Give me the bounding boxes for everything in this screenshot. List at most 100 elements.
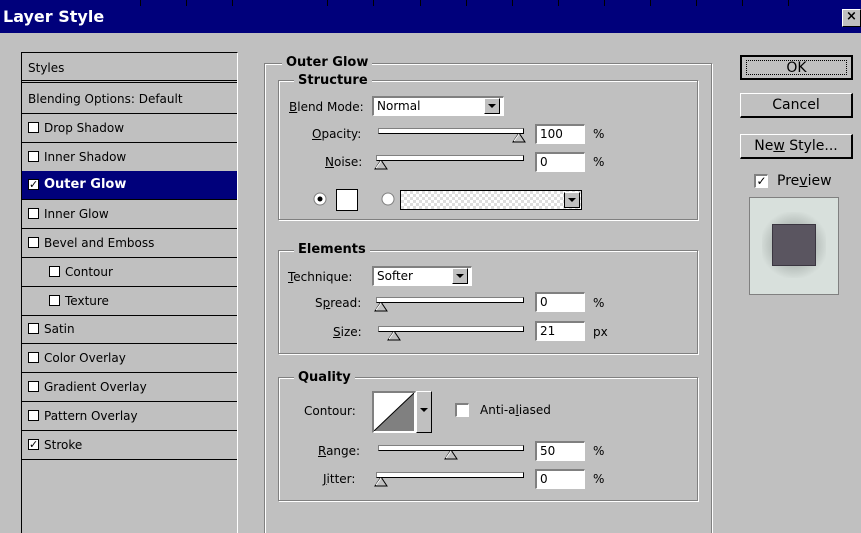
style-item-label: Color Overlay	[44, 351, 126, 366]
ok-button[interactable]: OK	[740, 55, 853, 80]
gradient-picker[interactable]	[400, 190, 582, 210]
new-style-button[interactable]: New Style...	[740, 134, 853, 159]
blend-mode-value: Normal	[377, 99, 421, 113]
style-item-color-overlay[interactable]: Color Overlay	[22, 344, 237, 374]
style-item-inner-shadow[interactable]: Inner Shadow	[22, 143, 237, 172]
style-item-satin[interactable]: Satin	[22, 315, 237, 345]
jitter-unit: %	[593, 472, 605, 486]
jitter-label: Jitter:	[323, 472, 356, 486]
style-item-label: Stroke	[44, 437, 83, 452]
chevron-down-icon	[420, 408, 428, 412]
close-icon[interactable]: ×	[842, 9, 861, 27]
style-item-label: Pattern Overlay	[44, 408, 138, 423]
chevron-down-icon[interactable]	[484, 98, 500, 114]
style-item-checkbox[interactable]	[28, 323, 39, 335]
style-item-gradient-overlay[interactable]: Gradient Overlay	[22, 373, 237, 402]
style-item-checkbox[interactable]	[28, 208, 39, 220]
chevron-down-icon[interactable]	[564, 192, 580, 208]
contour-linear-icon	[373, 392, 415, 432]
styles-header[interactable]: Styles	[22, 53, 237, 83]
style-item-checkbox[interactable]	[28, 409, 39, 421]
noise-input[interactable]: 0	[535, 152, 585, 172]
technique-select[interactable]: Softer	[372, 266, 472, 286]
style-item-checkbox[interactable]: ✓	[28, 179, 39, 191]
gradient-radio[interactable]	[381, 192, 395, 206]
style-item-checkbox[interactable]	[49, 265, 60, 277]
title-bar[interactable]: Layer Style ×	[0, 0, 861, 33]
range-slider-track[interactable]	[378, 445, 524, 460]
jitter-input[interactable]: 0	[535, 469, 585, 489]
style-item-label: Bevel and Emboss	[44, 236, 155, 250]
contour-label: Contour:	[304, 404, 356, 418]
style-item-label: Gradient Overlay	[44, 380, 147, 394]
style-item-label: Contour	[65, 264, 113, 279]
style-item-label: Satin	[44, 322, 75, 337]
technique-value: Softer	[377, 269, 413, 283]
range-unit: %	[593, 444, 605, 458]
style-item-label: Inner Shadow	[44, 149, 127, 164]
chevron-down-icon[interactable]	[452, 268, 468, 284]
style-item-checkbox[interactable]	[49, 294, 60, 306]
style-item-label: Inner Glow	[44, 207, 109, 222]
jitter-slider-track[interactable]	[374, 472, 524, 487]
style-item-label: Texture	[65, 293, 109, 308]
style-item-drop-shadow[interactable]: Drop Shadow	[22, 114, 237, 143]
style-item-bevel-and-emboss[interactable]: Bevel and Emboss	[22, 229, 237, 258]
opacity-unit: %	[593, 127, 605, 141]
style-item-inner-glow[interactable]: Inner Glow	[22, 200, 237, 230]
style-item-checkbox[interactable]	[28, 352, 39, 364]
size-input[interactable]: 21	[535, 321, 585, 341]
spread-unit: %	[593, 296, 605, 310]
anti-aliased-checkbox[interactable]	[455, 403, 469, 417]
spread-label: Spread:	[315, 296, 362, 310]
style-item-checkbox[interactable]	[28, 150, 39, 162]
elements-title: Elements	[294, 242, 370, 257]
spread-input[interactable]: 0	[535, 292, 585, 312]
cancel-button[interactable]: Cancel	[740, 93, 853, 118]
style-item-checkbox[interactable]: ✓	[28, 438, 39, 450]
opacity-slider-track[interactable]	[378, 128, 526, 143]
range-label: Range:	[318, 444, 361, 458]
noise-slider-track[interactable]	[374, 155, 524, 170]
outer-glow-title: Outer Glow	[282, 55, 373, 70]
preview-checkbox[interactable]: ✓	[754, 174, 768, 188]
styles-header-label: Styles	[28, 61, 65, 75]
style-item-checkbox[interactable]	[28, 237, 39, 248]
style-item-texture[interactable]: Texture	[22, 287, 237, 316]
contour-dropdown-button[interactable]	[416, 391, 432, 433]
blend-mode-select[interactable]: Normal	[372, 96, 504, 116]
style-item-label: Blending Options: Default	[28, 92, 183, 106]
noise-unit: %	[593, 155, 605, 169]
window-title: Layer Style	[3, 7, 105, 26]
size-slider-track[interactable]	[378, 326, 524, 341]
style-item-blending-options-default[interactable]: Blending Options: Default	[22, 85, 237, 114]
technique-label: Technique:	[288, 270, 353, 284]
quality-title: Quality	[294, 370, 355, 385]
style-item-checkbox[interactable]	[28, 121, 39, 133]
style-item-pattern-overlay[interactable]: Pattern Overlay	[22, 402, 237, 431]
styles-list-panel: Styles Blending Options: Default Drop Sha…	[21, 52, 238, 533]
ok-button-label: OK	[746, 60, 847, 75]
opacity-label: Opacity:	[312, 127, 362, 141]
noise-label: Noise:	[325, 155, 363, 169]
style-item-stroke[interactable]: ✓ Stroke	[22, 431, 237, 460]
spread-slider-track[interactable]	[374, 297, 524, 312]
range-input[interactable]: 50	[535, 441, 585, 461]
blend-mode-label: Blend Mode:	[289, 100, 364, 114]
size-label: Size:	[333, 325, 362, 339]
contour-picker[interactable]	[372, 391, 416, 433]
style-item-label: Outer Glow	[44, 177, 127, 193]
style-item-outer-glow[interactable]: ✓ Outer Glow	[22, 171, 237, 201]
glow-color-swatch[interactable]	[336, 189, 358, 211]
preview-swatch	[772, 224, 816, 266]
style-item-contour[interactable]: Contour	[22, 258, 237, 287]
size-unit: px	[593, 325, 608, 339]
style-item-checkbox[interactable]	[28, 381, 39, 392]
preview-label: Preview	[777, 173, 832, 189]
solid-color-radio[interactable]	[313, 192, 327, 206]
anti-aliased-label: Anti-aliased	[480, 403, 551, 417]
opacity-input[interactable]: 100	[535, 124, 585, 144]
structure-title: Structure	[294, 73, 372, 88]
style-preview-thumbnail	[749, 197, 839, 295]
style-item-label: Drop Shadow	[44, 120, 125, 135]
